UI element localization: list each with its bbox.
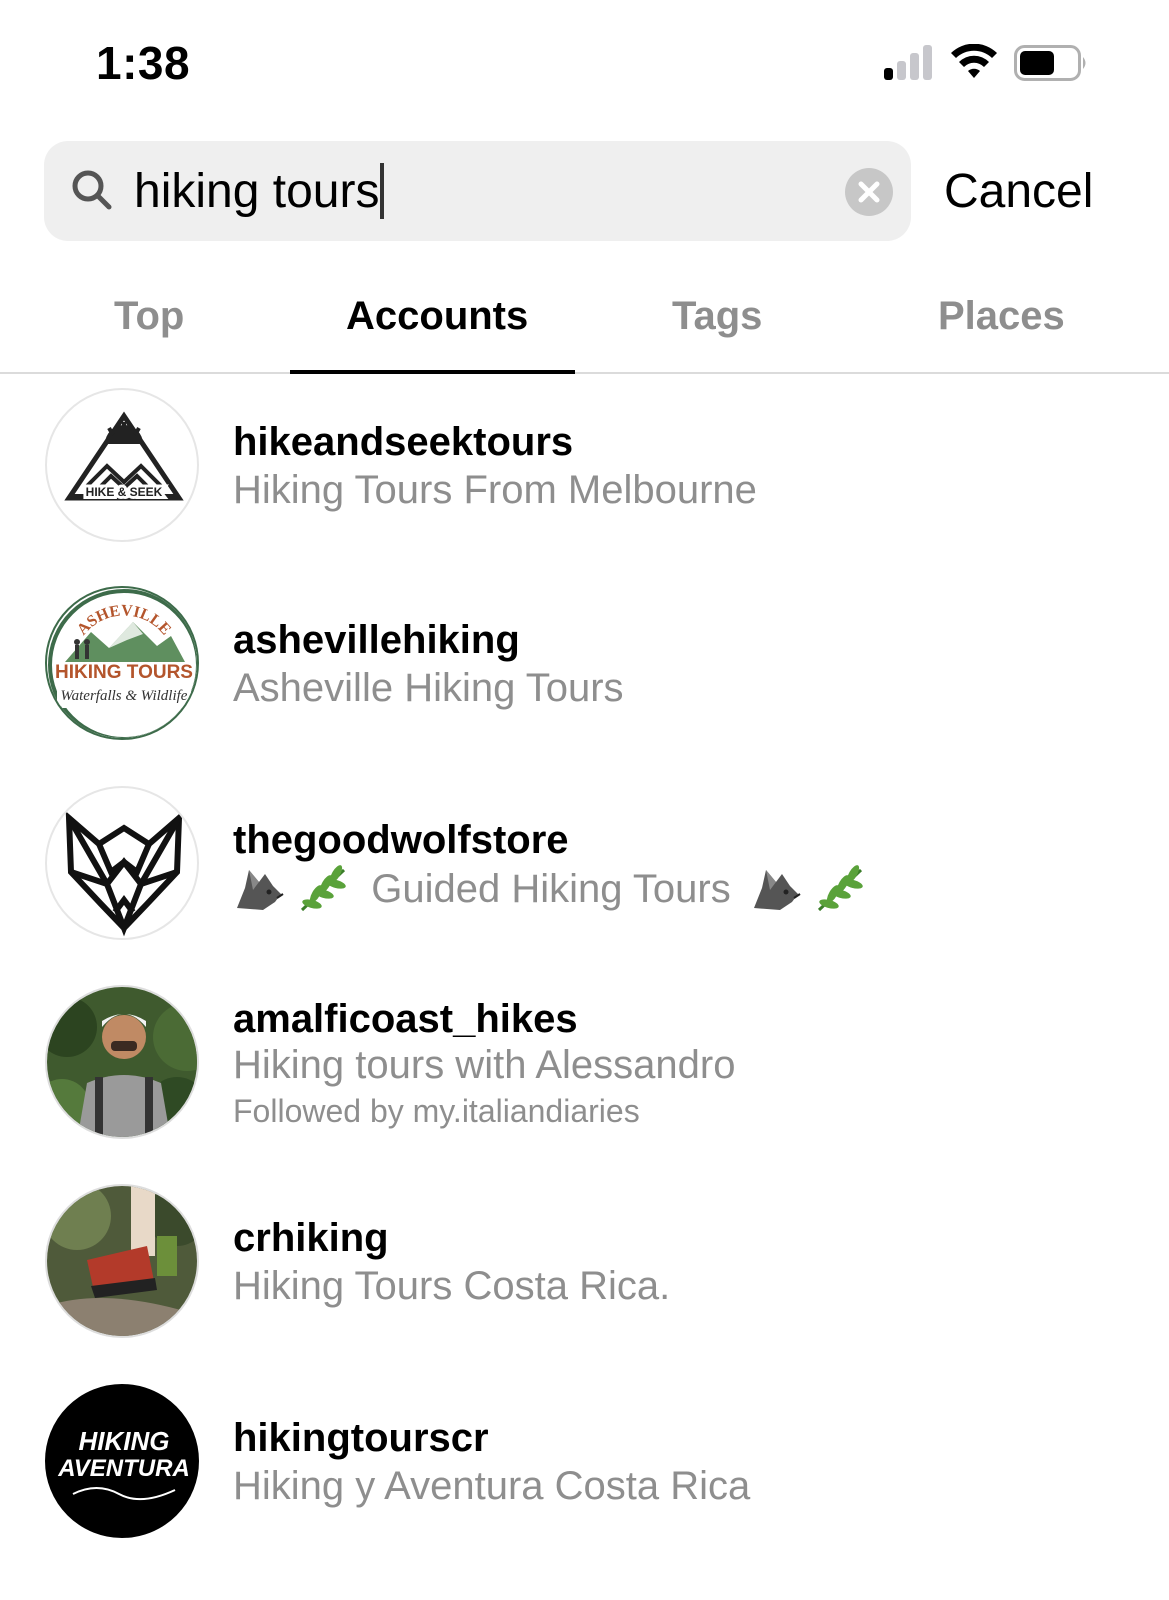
profile-photo — [47, 1186, 197, 1336]
tab-accounts[interactable]: Accounts — [346, 294, 528, 339]
text-cursor — [380, 163, 385, 220]
hike-and-seek-logo: HIKE & SEEK HIKE & SEEK — [64, 411, 184, 502]
avatar-line2-text: AVENTURA — [57, 1455, 190, 1482]
active-tab-indicator — [290, 370, 575, 374]
tab-top[interactable]: Top — [114, 294, 184, 339]
username: hikingtourscr — [233, 1416, 489, 1460]
avatar — [45, 786, 199, 940]
username: thegoodwolfstore — [233, 818, 569, 862]
wifi-icon — [951, 44, 997, 78]
avatar: HIKING AVENTURA — [45, 1384, 199, 1538]
search-tabs: Top Accounts Tags Places — [0, 280, 1169, 374]
avatar: HIKE & SEEK HIKE & SEEK — [45, 388, 199, 542]
username: ashevillehiking — [233, 618, 520, 662]
full-name: Hiking tours with Alessandro — [233, 1043, 736, 1087]
account-row-hikeandseektours[interactable]: HIKE & SEEK HIKE & SEEK hikeandseektours… — [0, 388, 1169, 548]
account-row-amalficoast-hikes[interactable]: amalficoast_hikes Hiking tours with Ales… — [0, 985, 1169, 1145]
search-input[interactable]: hiking tours — [134, 160, 824, 224]
wolf-head-logo — [65, 811, 183, 937]
wolf-emoji-icon — [237, 870, 284, 910]
full-name: Asheville Hiking Tours — [233, 666, 624, 710]
wolf-emoji-icon — [753, 870, 801, 910]
full-name: Guided Hiking Tours — [371, 866, 731, 911]
full-name: Hiking Tours From Melbourne — [233, 468, 757, 512]
search-icon — [72, 170, 112, 210]
avatar-main-text: HIKING TOURS — [55, 662, 193, 683]
username: crhiking — [233, 1216, 389, 1260]
profile-photo — [47, 987, 197, 1137]
cellular-signal-icon — [884, 44, 936, 80]
username: amalficoast_hikes — [233, 997, 578, 1041]
tab-tags[interactable]: Tags — [672, 294, 762, 339]
account-row-ashevillehiking[interactable]: ASHEVILLE HIKING TOURS Waterfalls & Wild… — [0, 586, 1169, 746]
account-row-hikingtourscr[interactable]: HIKING AVENTURA hikingtourscr Hiking y A… — [0, 1384, 1169, 1544]
tab-places[interactable]: Places — [938, 294, 1065, 339]
avatar-line1-text: HIKING — [79, 1426, 170, 1456]
asheville-hiking-logo: ASHEVILLE HIKING TOURS Waterfalls & Wild… — [48, 589, 197, 738]
avatar — [45, 1184, 199, 1338]
status-time: 1:38 — [96, 37, 191, 89]
herb-emoji-icon — [817, 865, 863, 912]
username: hikeandseektours — [233, 420, 574, 464]
account-row-thegoodwolfstore[interactable]: thegoodwolfstore Guided Hiking Tours — [0, 786, 1169, 946]
full-name-with-emoji: Guided Hiking Tours — [233, 864, 869, 914]
full-name: Hiking Tours Costa Rica. — [233, 1264, 671, 1308]
cancel-button[interactable]: Cancel — [944, 164, 1093, 220]
close-icon — [858, 181, 880, 203]
hiking-aventura-logo: HIKING AVENTURA — [47, 1386, 197, 1536]
avatar-sub-text: Waterfalls & Wildlife — [61, 688, 188, 704]
avatar-logo-text: HIKE & SEEK — [86, 485, 163, 499]
full-name: Hiking y Aventura Costa Rica — [233, 1464, 751, 1508]
herb-emoji-icon — [301, 865, 346, 912]
followed-by-text: Followed by my.italiandiaries — [233, 1093, 640, 1129]
battery-icon — [1014, 45, 1086, 81]
search-query-text: hiking tours — [134, 165, 380, 218]
avatar: ASHEVILLE HIKING TOURS Waterfalls & Wild… — [45, 586, 199, 740]
clear-search-button[interactable] — [845, 168, 893, 216]
status-bar: 1:38 — [0, 0, 1169, 120]
avatar-est-text: EST. 2016 — [107, 717, 141, 726]
avatar — [45, 985, 199, 1139]
account-row-crhiking[interactable]: crhiking Hiking Tours Costa Rica. — [0, 1184, 1169, 1344]
